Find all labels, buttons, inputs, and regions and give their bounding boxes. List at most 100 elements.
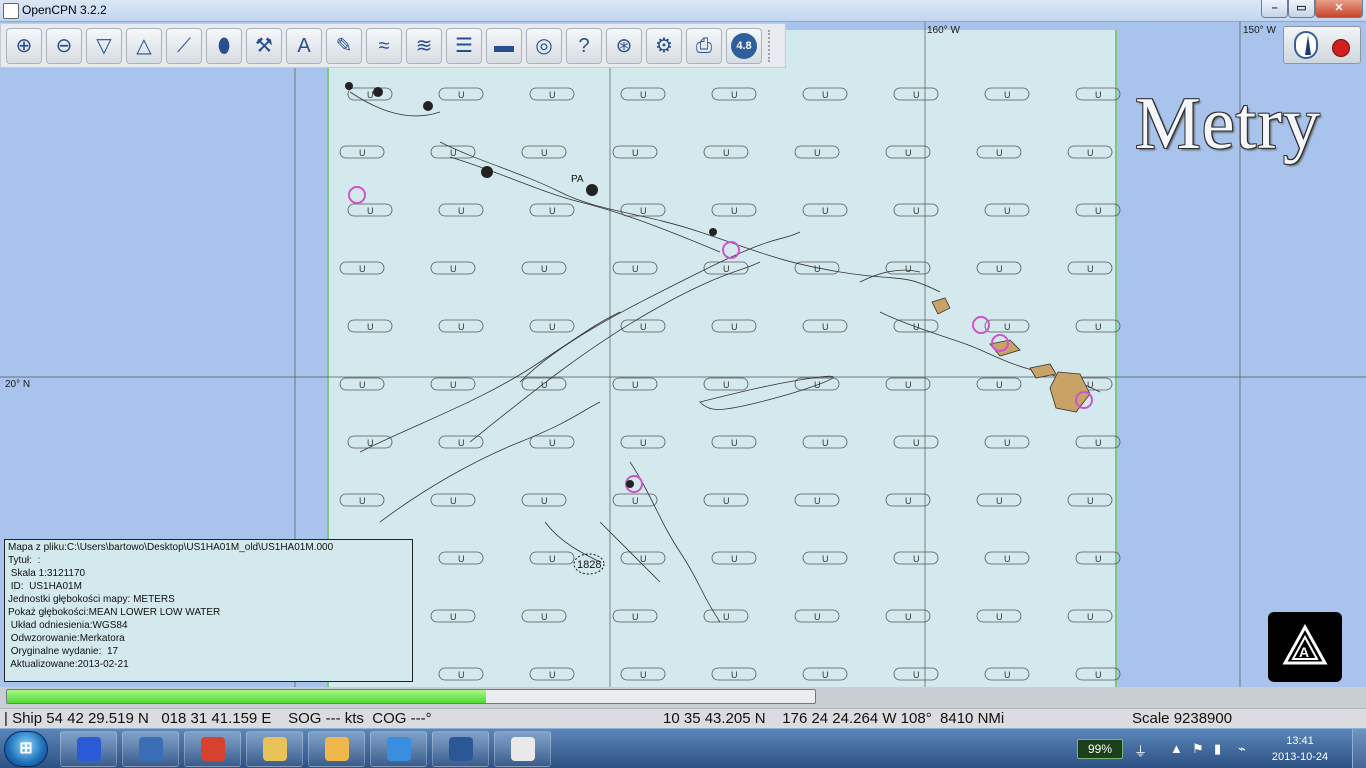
sounding-label: U: [996, 496, 1003, 506]
show-desktop-button[interactable]: [1352, 729, 1366, 768]
help-button[interactable]: ?: [566, 27, 602, 64]
app-chrome-taskbar-button[interactable]: [184, 731, 241, 767]
sounding-label: U: [549, 90, 556, 100]
track-icon: ⊛: [615, 34, 633, 57]
sounding-label: U: [822, 438, 829, 448]
zoom-out-button[interactable]: ⊖: [46, 27, 82, 64]
app-thunderbird-taskbar-button[interactable]: [122, 731, 179, 767]
start-button[interactable]: ⊞: [4, 731, 48, 767]
scale-in-button[interactable]: ▽: [86, 27, 122, 64]
close-icon: ✕: [1334, 2, 1344, 14]
currents-button[interactable]: ≋: [406, 27, 442, 64]
wrench-icon: ⚒: [255, 34, 273, 57]
chart-info-line: Odwzorowanie:Merkatora: [8, 633, 125, 644]
toolbar-grip-handle[interactable]: [768, 29, 774, 62]
mob-button[interactable]: ◎: [526, 27, 562, 64]
sounding-label: U: [632, 264, 639, 274]
sounding-label: U: [814, 264, 821, 274]
power-plug-icon[interactable]: ⏚: [1134, 741, 1147, 760]
print-button[interactable]: ⎙: [686, 27, 722, 64]
battery-indicator[interactable]: 99%: [1077, 739, 1123, 759]
scale-status: Scale 9238900: [1132, 710, 1233, 727]
sounding-label: U: [731, 322, 738, 332]
print-icon: ⎙: [696, 34, 712, 57]
sounding-label: U: [731, 670, 738, 680]
close-button[interactable]: ✕: [1315, 0, 1363, 18]
zoom-in-button[interactable]: ⊕: [6, 27, 42, 64]
sounding-label: U: [549, 322, 556, 332]
zoom-in-icon: ⊕: [15, 34, 33, 57]
gps-status-icon[interactable]: [1332, 39, 1350, 57]
ais-icon: ⚙: [655, 34, 673, 57]
chart-bar-button[interactable]: A: [1268, 612, 1342, 682]
sounding-label: U: [1004, 206, 1011, 216]
settings-button[interactable]: ⚒: [246, 27, 282, 64]
ais-button[interactable]: ⚙: [646, 27, 682, 64]
app-media-icon: [76, 737, 101, 761]
tides-button[interactable]: ≈: [366, 27, 402, 64]
tide-icon: ≈: [378, 34, 390, 57]
north-arrow-icon[interactable]: [1294, 31, 1318, 59]
scale-out-button[interactable]: △: [126, 27, 162, 64]
help-icon: ?: [578, 34, 590, 57]
sounding-label: U: [996, 380, 1003, 390]
sounding-label: U: [549, 670, 556, 680]
sounding-label: U: [1087, 496, 1094, 506]
app-word-taskbar-button[interactable]: [432, 731, 489, 767]
chart-info-line: Układ odniesienia:WGS84: [8, 620, 128, 631]
system-clock[interactable]: 13:41 2013-10-24: [1268, 733, 1332, 765]
sounding-label: U: [1095, 670, 1102, 680]
show-hidden-icons-icon[interactable]: ▲: [1170, 741, 1183, 756]
app-opencpn-taskbar-button[interactable]: [494, 731, 551, 767]
sounding-label: U: [541, 148, 548, 158]
reef-cluster: [373, 87, 383, 97]
color-scheme-button[interactable]: ▬: [486, 27, 522, 64]
route-button[interactable]: ⟋: [166, 27, 202, 64]
route-manager-button[interactable]: ☰: [446, 27, 482, 64]
sounding-label: U: [640, 670, 647, 680]
sounding-label: U: [814, 612, 821, 622]
current-icon: ✎: [335, 34, 353, 57]
sounding-label: U: [731, 90, 738, 100]
sounding-label: U: [723, 496, 730, 506]
sounding-label: U: [359, 264, 366, 274]
compass-widget[interactable]: [1283, 26, 1361, 64]
meridian-label-150w: 150° W: [1243, 25, 1276, 36]
sounding-label: U: [996, 264, 1003, 274]
sounding-label: U: [640, 90, 647, 100]
app-media-taskbar-button[interactable]: [60, 731, 117, 767]
ship-position-status: | Ship 54 42 29.519 N 018 31 41.159 E SO…: [4, 710, 432, 727]
opencpn-app-icon[interactable]: [3, 3, 19, 19]
maximize-button[interactable]: ▭: [1288, 0, 1315, 18]
sounding-label: U: [723, 612, 730, 622]
action-center-flag-icon[interactable]: ⚑: [1192, 741, 1204, 757]
track-button[interactable]: ⊛: [606, 27, 642, 64]
place-label-1828: 1828: [577, 559, 601, 571]
chart-scale-button[interactable]: 4.8: [726, 27, 762, 64]
window-title-bar[interactable]: OpenCPN 3.2.2 – ▭ ✕: [0, 0, 1366, 22]
text-button[interactable]: A: [286, 27, 322, 64]
auto-follow-button[interactable]: ⬮: [206, 27, 242, 64]
sounding-label: U: [1087, 148, 1094, 158]
minimize-button[interactable]: –: [1261, 0, 1288, 18]
chart-piano-bar[interactable]: [0, 687, 1366, 708]
current-button[interactable]: ✎: [326, 27, 362, 64]
sounding-label: U: [731, 554, 738, 564]
sounding-label: U: [632, 496, 639, 506]
sounding-label: U: [450, 380, 457, 390]
clock-date: 2013-10-24: [1271, 751, 1329, 763]
sounding-label: U: [731, 206, 738, 216]
reef-cluster: [709, 228, 717, 236]
sounding-label: U: [1095, 438, 1102, 448]
lifebuoy-icon: ◎: [535, 34, 553, 57]
app-chrome-icon: [200, 737, 225, 761]
sounding-label: U: [458, 670, 465, 680]
app-outlook-taskbar-button[interactable]: [308, 731, 365, 767]
sounding-label: U: [549, 438, 556, 448]
network-signal-icon[interactable]: ▮: [1214, 741, 1221, 757]
app-ie-taskbar-button[interactable]: [370, 731, 427, 767]
sounding-label: U: [996, 612, 1003, 622]
usb-device-icon[interactable]: ⌁: [1238, 741, 1246, 757]
app-explorer-taskbar-button[interactable]: [246, 731, 303, 767]
sounding-label: U: [549, 206, 556, 216]
